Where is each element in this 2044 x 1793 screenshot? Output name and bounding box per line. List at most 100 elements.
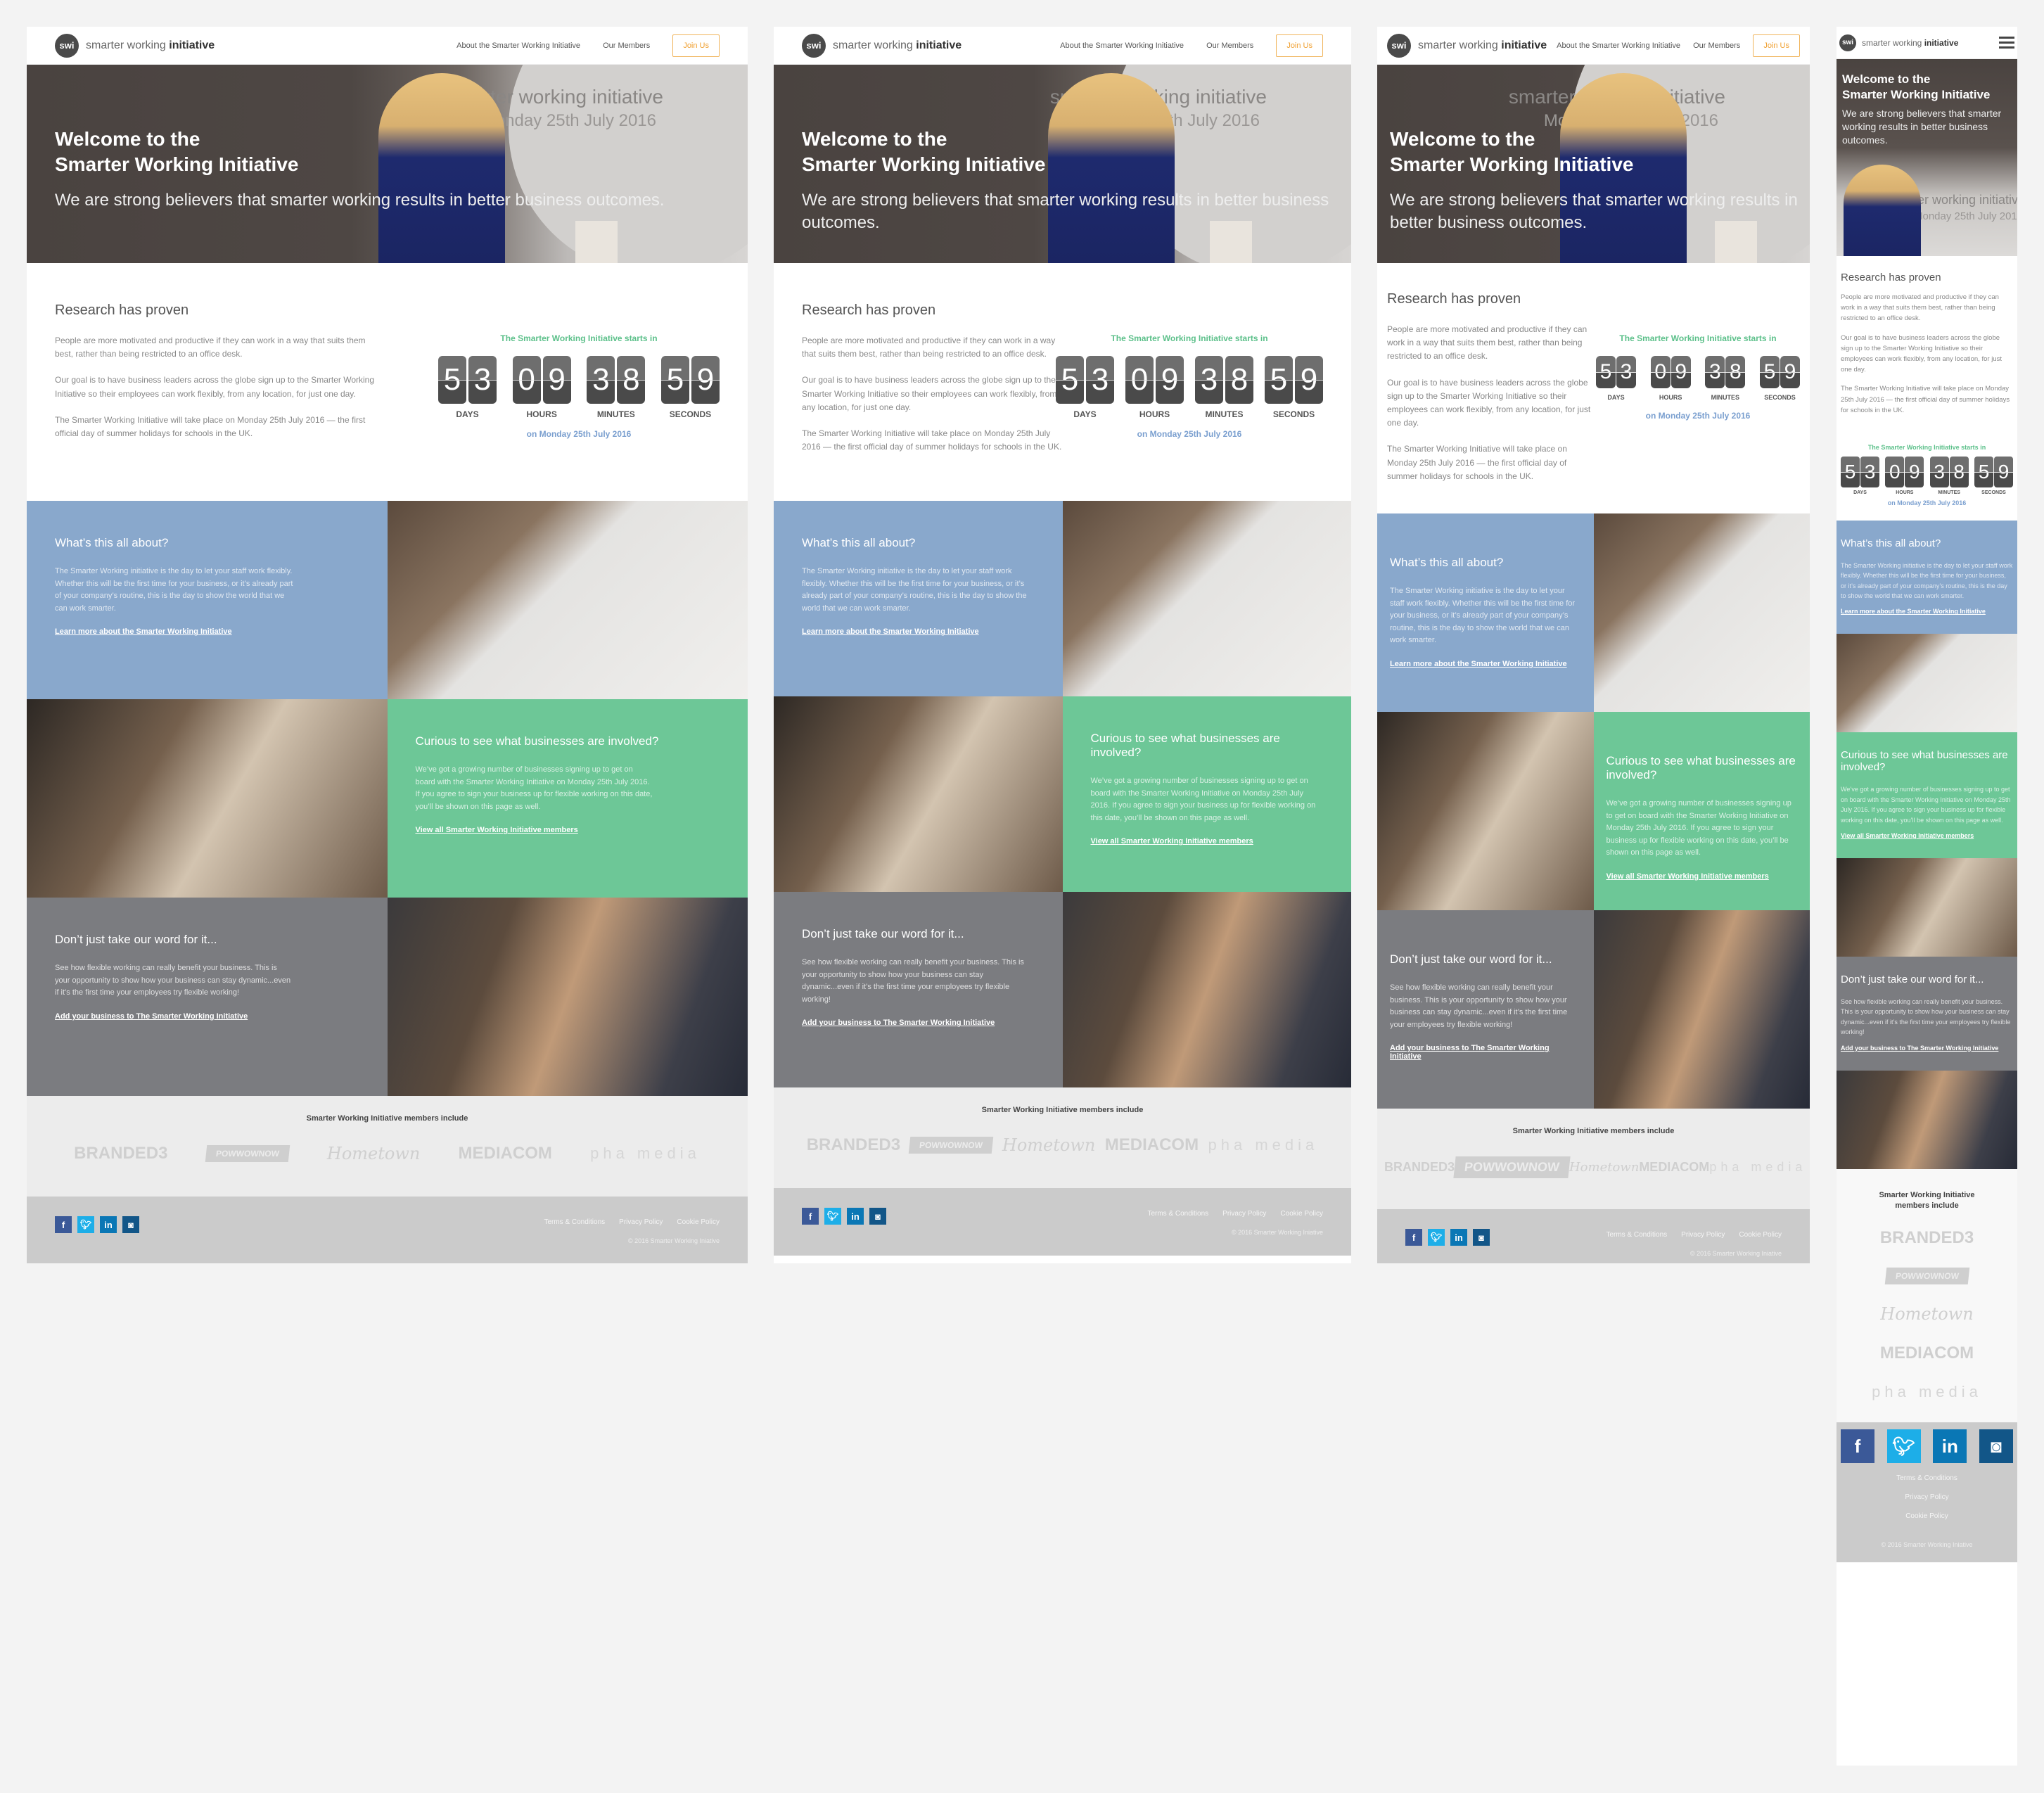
learn-more-link[interactable]: Learn more about the Smarter Working Ini… (1841, 608, 1986, 615)
logo-powwownow[interactable]: POWWOWNOW (1453, 1156, 1571, 1178)
logo-branded3[interactable]: BRANDED3 (1880, 1228, 1974, 1248)
terms-link[interactable]: Terms & Conditions (1841, 1474, 2013, 1482)
countdown-digit: 3 (587, 356, 615, 404)
logo-pha-media[interactable]: pha media (1208, 1136, 1319, 1154)
linkedin-icon[interactable]: in (1933, 1429, 1967, 1464)
countdown-digit: 9 (1156, 356, 1184, 404)
terms-link[interactable]: Terms & Conditions (544, 1218, 605, 1226)
twitter-icon[interactable]: 🐦︎ (824, 1208, 841, 1225)
add-business-link[interactable]: Add your business to The Smarter Working… (1841, 1045, 1998, 1052)
hamburger-menu-icon[interactable] (1999, 37, 2014, 49)
terms-link[interactable]: Terms & Conditions (1606, 1231, 1667, 1239)
facebook-icon[interactable]: f (1841, 1429, 1874, 1464)
linkedin-icon[interactable]: in (100, 1216, 117, 1233)
logo-mark[interactable]: swi (1839, 34, 1856, 51)
logo-pha-media[interactable]: pha media (590, 1144, 701, 1163)
logo-branded3[interactable]: BRANDED3 (1384, 1160, 1455, 1175)
terms-link[interactable]: Terms & Conditions (1147, 1210, 1208, 1218)
facebook-icon[interactable]: f (55, 1216, 72, 1233)
logo-text[interactable]: smarter working initiative (86, 39, 215, 52)
join-us-button[interactable]: Join Us (1753, 34, 1800, 57)
logo-mediacom[interactable]: MEDIACOM (1880, 1344, 1974, 1363)
learn-more-link[interactable]: Learn more about the Smarter Working Ini… (55, 627, 232, 636)
linkedin-icon[interactable]: in (847, 1208, 864, 1225)
tile-testimonial: Don’t just take our word for it... See h… (774, 892, 1063, 1087)
countdown-days: 5 3 DAYS (438, 356, 497, 419)
logo-hometown[interactable]: Hometown (1880, 1304, 1973, 1324)
nav-members[interactable]: Our Members (1206, 42, 1253, 50)
countdown-digit: 9 (1905, 456, 1924, 487)
cookie-link[interactable]: Cookie Policy (1739, 1231, 1782, 1239)
logo-pha-media[interactable]: pha media (1709, 1160, 1806, 1175)
countdown-label: MINUTES (1938, 490, 1960, 495)
logo-text[interactable]: smarter working initiative (1862, 38, 1958, 48)
logo-powwownow[interactable]: POWWOWNOW (1884, 1268, 1969, 1285)
members-title: Smarter Working Initiative members inclu… (306, 1114, 468, 1123)
hero-title-line1: Welcome to the (1842, 72, 1931, 86)
logo-mark[interactable]: swi (1387, 33, 1411, 58)
view-members-link[interactable]: View all Smarter Working Initiative memb… (1841, 832, 1974, 839)
logo-branded3[interactable]: BRANDED3 (807, 1135, 900, 1155)
logo-mediacom[interactable]: MEDIACOM (1105, 1135, 1199, 1155)
logo-branded3[interactable]: BRANDED3 (74, 1144, 167, 1163)
logo-mediacom[interactable]: MEDIACOM (1639, 1160, 1709, 1175)
tile-about-heading: What’s this all about? (802, 536, 916, 549)
logo-mark[interactable]: swi (802, 33, 826, 58)
linkedin-icon[interactable]: in (1450, 1229, 1467, 1246)
view-members-link[interactable]: View all Smarter Working Initiative memb… (1091, 837, 1253, 846)
logo-pha-media[interactable]: pha media (1872, 1383, 1982, 1401)
countdown-digit: 5 (1265, 356, 1293, 404)
twitter-icon[interactable]: 🐦︎ (1886, 1429, 1921, 1464)
privacy-link[interactable]: Privacy Policy (1681, 1231, 1725, 1239)
view-members-link[interactable]: View all Smarter Working Initiative memb… (1607, 872, 1769, 881)
twitter-icon[interactable]: 🐦︎ (1428, 1229, 1445, 1246)
logo-powwownow[interactable]: POWWOWNOW (909, 1137, 994, 1154)
nav-about[interactable]: About the Smarter Working Initiative (1060, 42, 1184, 50)
research-paragraph: Our goal is to have business leaders acr… (1387, 377, 1591, 428)
cookie-link[interactable]: Cookie Policy (1841, 1512, 2013, 1520)
privacy-link[interactable]: Privacy Policy (1222, 1210, 1266, 1218)
research-paragraph: People are more motivated and productive… (1387, 324, 1588, 362)
countdown-digit: 5 (1841, 456, 1860, 487)
countdown-digit: 3 (1929, 456, 1949, 487)
add-business-link[interactable]: Add your business to The Smarter Working… (55, 1012, 248, 1021)
instagram-icon[interactable]: ◙ (869, 1208, 886, 1225)
join-us-button[interactable]: Join Us (1276, 34, 1323, 57)
countdown-digit: 0 (1125, 356, 1154, 404)
cookie-link[interactable]: Cookie Policy (677, 1218, 720, 1226)
nav-about[interactable]: About the Smarter Working Initiative (456, 42, 580, 50)
add-business-link[interactable]: Add your business to The Smarter Working… (1390, 1044, 1581, 1061)
instagram-icon[interactable]: ◙ (1473, 1229, 1490, 1246)
nav-members[interactable]: Our Members (603, 42, 650, 50)
logo-hometown[interactable]: Hometown (1002, 1135, 1095, 1155)
logo-powwownow[interactable]: POWWOWNOW (205, 1145, 290, 1162)
logo-mediacom[interactable]: MEDIACOM (459, 1144, 552, 1163)
research-paragraph: Our goal is to have business leaders acr… (55, 375, 375, 399)
privacy-link[interactable]: Privacy Policy (1841, 1493, 2013, 1501)
logo-hometown[interactable]: Hometown (1569, 1160, 1639, 1175)
countdown-days: 5 3 DAYS (1596, 356, 1636, 401)
twitter-icon[interactable]: 🐦︎ (77, 1216, 94, 1233)
site-footer: f 🐦︎ in ◙ Terms & Conditions Privacy Poli… (774, 1188, 1351, 1256)
learn-more-link[interactable]: Learn more about the Smarter Working Ini… (802, 627, 979, 636)
join-us-button[interactable]: Join Us (672, 34, 720, 57)
cookie-link[interactable]: Cookie Policy (1280, 1210, 1323, 1218)
countdown-digit: 9 (1993, 456, 2013, 487)
member-logos: BRANDED3 POWWOWNOW Hometown MEDIACOM pha… (774, 1135, 1351, 1155)
countdown-label: DAYS (456, 409, 479, 419)
facebook-icon[interactable]: f (802, 1208, 819, 1225)
add-business-link[interactable]: Add your business to The Smarter Working… (802, 1019, 995, 1027)
logo-mark[interactable]: swi (55, 33, 79, 58)
view-members-link[interactable]: View all Smarter Working Initiative memb… (416, 826, 578, 834)
logo-text[interactable]: smarter working initiative (1418, 39, 1547, 52)
instagram-icon[interactable]: ◙ (122, 1216, 139, 1233)
instagram-icon[interactable]: ◙ (1979, 1429, 2013, 1464)
laptop-photo (1593, 513, 1810, 712)
nav-members[interactable]: Our Members (1693, 42, 1740, 50)
logo-hometown[interactable]: Hometown (327, 1144, 420, 1163)
facebook-icon[interactable]: f (1405, 1229, 1422, 1246)
privacy-link[interactable]: Privacy Policy (619, 1218, 663, 1226)
learn-more-link[interactable]: Learn more about the Smarter Working Ini… (1390, 660, 1567, 668)
nav-about[interactable]: About the Smarter Working Initiative (1557, 42, 1680, 50)
logo-text[interactable]: smarter working initiative (833, 39, 962, 52)
